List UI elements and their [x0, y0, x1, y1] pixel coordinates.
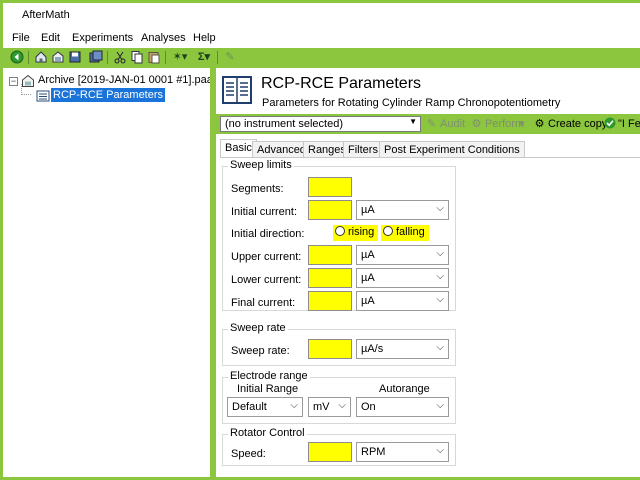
- rotator-control-group: Rotator Control Speed: RPM ⌵: [222, 427, 456, 466]
- initial-range-label: Initial Range: [237, 383, 299, 395]
- checkmark-icon: [603, 117, 616, 130]
- chevron-down-icon: ⌵: [338, 400, 346, 411]
- save-icon[interactable]: [67, 50, 83, 65]
- rotator-control-title: Rotator Control: [228, 427, 307, 439]
- initial-current-field[interactable]: [308, 200, 352, 220]
- tree-label-archive: Archive [2019-JAN-01 0001 #1].paax: [38, 74, 219, 86]
- tab-post-experiment-conditions[interactable]: Post Experiment Conditions: [379, 141, 525, 157]
- tools-icon[interactable]: ✎: [222, 50, 238, 65]
- initial-range-select[interactable]: Default ⌵: [227, 397, 303, 417]
- toolbar-separator: [165, 51, 166, 64]
- speed-field[interactable]: [308, 442, 352, 462]
- menu-experiments[interactable]: Experiments: [72, 32, 133, 44]
- lower-current-label: Lower current:: [231, 274, 302, 286]
- autorange-select[interactable]: On ⌵: [356, 397, 449, 417]
- sweep-limits-title: Sweep limits: [228, 159, 294, 171]
- tree-label-rcp-rce-parameters: RCP-RCE Parameters: [51, 88, 166, 102]
- perform-icon: ⚙: [471, 118, 482, 130]
- electrode-range-group: Electrode range Initial Range Autorange …: [222, 370, 456, 424]
- copy-icon[interactable]: [129, 50, 145, 65]
- lower-current-unit-select[interactable]: µA ⌵: [356, 268, 449, 288]
- upper-current-unit-select[interactable]: µA ⌵: [356, 245, 449, 265]
- sweep-limits-group: Sweep limits Segments: Initial current: …: [222, 159, 456, 311]
- electrode-range-title: Electrode range: [228, 370, 310, 382]
- toolbar-separator: [107, 51, 108, 64]
- segments-label: Segments:: [231, 183, 284, 195]
- range-unit-select[interactable]: mV ⌵: [308, 397, 351, 417]
- final-current-label: Final current:: [231, 297, 296, 309]
- document-icon: [222, 76, 252, 104]
- wand-icon[interactable]: ✶▾: [170, 50, 190, 65]
- upper-current-field[interactable]: [308, 245, 352, 265]
- final-current-field[interactable]: [308, 291, 352, 311]
- perform-dropdown-button[interactable]: ▾: [519, 117, 525, 130]
- sweep-rate-label: Sweep rate:: [231, 345, 290, 357]
- chevron-down-icon: ⌵: [436, 203, 444, 214]
- instrument-select-value: (no instrument selected): [225, 118, 343, 130]
- archive-icon[interactable]: [50, 50, 66, 65]
- perform-button[interactable]: ⚙ Perform: [470, 117, 525, 130]
- parameters-icon: [36, 89, 50, 106]
- rising-radio[interactable]: rising: [333, 225, 379, 241]
- radio-circle-icon: [335, 226, 345, 236]
- tree-item-rcp-rce-parameters[interactable]: RCP-RCE Parameters: [3, 84, 210, 106]
- tab-divider: [220, 157, 640, 158]
- initial-current-unit-select[interactable]: µA ⌵: [356, 200, 449, 220]
- menu-help[interactable]: Help: [193, 32, 216, 44]
- app-title: AfterMath: [22, 9, 70, 21]
- chevron-down-icon: ⌵: [436, 342, 444, 353]
- chevron-down-icon: ⌵: [436, 445, 444, 456]
- chevron-down-icon: ⌵: [290, 400, 298, 411]
- final-current-unit-select[interactable]: µA ⌵: [356, 291, 449, 311]
- chevron-down-icon: ⌵: [436, 271, 444, 282]
- chevron-down-icon: ⌵: [436, 400, 444, 411]
- dropdown-arrow-icon: ▼: [409, 117, 417, 126]
- create-copy-icon: ⚙: [534, 118, 545, 130]
- feedback-button[interactable]: "I Fe: [603, 117, 640, 130]
- title-bar: AfterMath: [3, 3, 640, 27]
- initial-current-label: Initial current:: [231, 206, 298, 218]
- speed-unit-select[interactable]: RPM ⌵: [356, 442, 449, 462]
- create-copy-button[interactable]: ⚙ Create copy: [533, 117, 608, 130]
- menu-file[interactable]: File: [12, 32, 30, 44]
- audit-icon: ✎: [426, 118, 437, 130]
- parameters-pane: RCP-RCE Parameters Parameters for Rotati…: [216, 68, 640, 477]
- save-all-icon[interactable]: [88, 50, 104, 65]
- lower-current-field[interactable]: [308, 268, 352, 288]
- sweep-rate-group: Sweep rate Sweep rate: µA/s ⌵: [222, 322, 456, 366]
- chevron-down-icon: ⌵: [436, 248, 444, 259]
- menu-bar: File Edit Experiments Analyses Help: [3, 28, 640, 48]
- autorange-label: Autorange: [379, 383, 430, 395]
- chevron-down-icon: ⌵: [436, 294, 444, 305]
- back-icon[interactable]: [9, 50, 25, 65]
- sigma-icon[interactable]: Σ▾: [194, 50, 214, 65]
- sweep-rate-unit-select[interactable]: µA/s ⌵: [356, 339, 449, 359]
- menu-edit[interactable]: Edit: [41, 32, 60, 44]
- tree-connector: [21, 84, 31, 95]
- upper-current-label: Upper current:: [231, 251, 302, 263]
- tab-filters[interactable]: Filters: [343, 141, 383, 157]
- main-toolbar: ✶▾ Σ▾ ✎: [3, 48, 640, 68]
- toolbar-separator: [28, 51, 29, 64]
- archive-tree-pane: − Archive [2019-JAN-01 0001 #1].paax RCP…: [3, 68, 218, 477]
- paste-icon[interactable]: [146, 50, 162, 65]
- radio-circle-icon: [383, 226, 393, 236]
- collapse-icon[interactable]: −: [9, 77, 18, 86]
- segments-field[interactable]: [308, 177, 352, 197]
- cut-icon[interactable]: [112, 50, 128, 65]
- falling-radio[interactable]: falling: [381, 225, 429, 241]
- audit-button[interactable]: ✎ Audit: [425, 117, 465, 130]
- instrument-select[interactable]: (no instrument selected) ▼: [220, 116, 421, 132]
- initial-direction-label: Initial direction:: [231, 228, 305, 240]
- home-icon[interactable]: [33, 50, 49, 65]
- menu-analyses[interactable]: Analyses: [141, 32, 186, 44]
- page-subtitle: Parameters for Rotating Cylinder Ramp Ch…: [262, 97, 561, 109]
- instrument-toolbar: (no instrument selected) ▼ ✎ Audit ⚙ Perfo…: [216, 114, 640, 134]
- sweep-rate-field[interactable]: [308, 339, 352, 359]
- toolbar-separator: [217, 51, 218, 64]
- sweep-rate-title: Sweep rate: [228, 322, 288, 334]
- page-title: RCP-RCE Parameters: [261, 75, 422, 92]
- speed-label: Speed:: [231, 448, 266, 460]
- app-window: AfterMath File Edit Experiments Analyses…: [3, 3, 640, 477]
